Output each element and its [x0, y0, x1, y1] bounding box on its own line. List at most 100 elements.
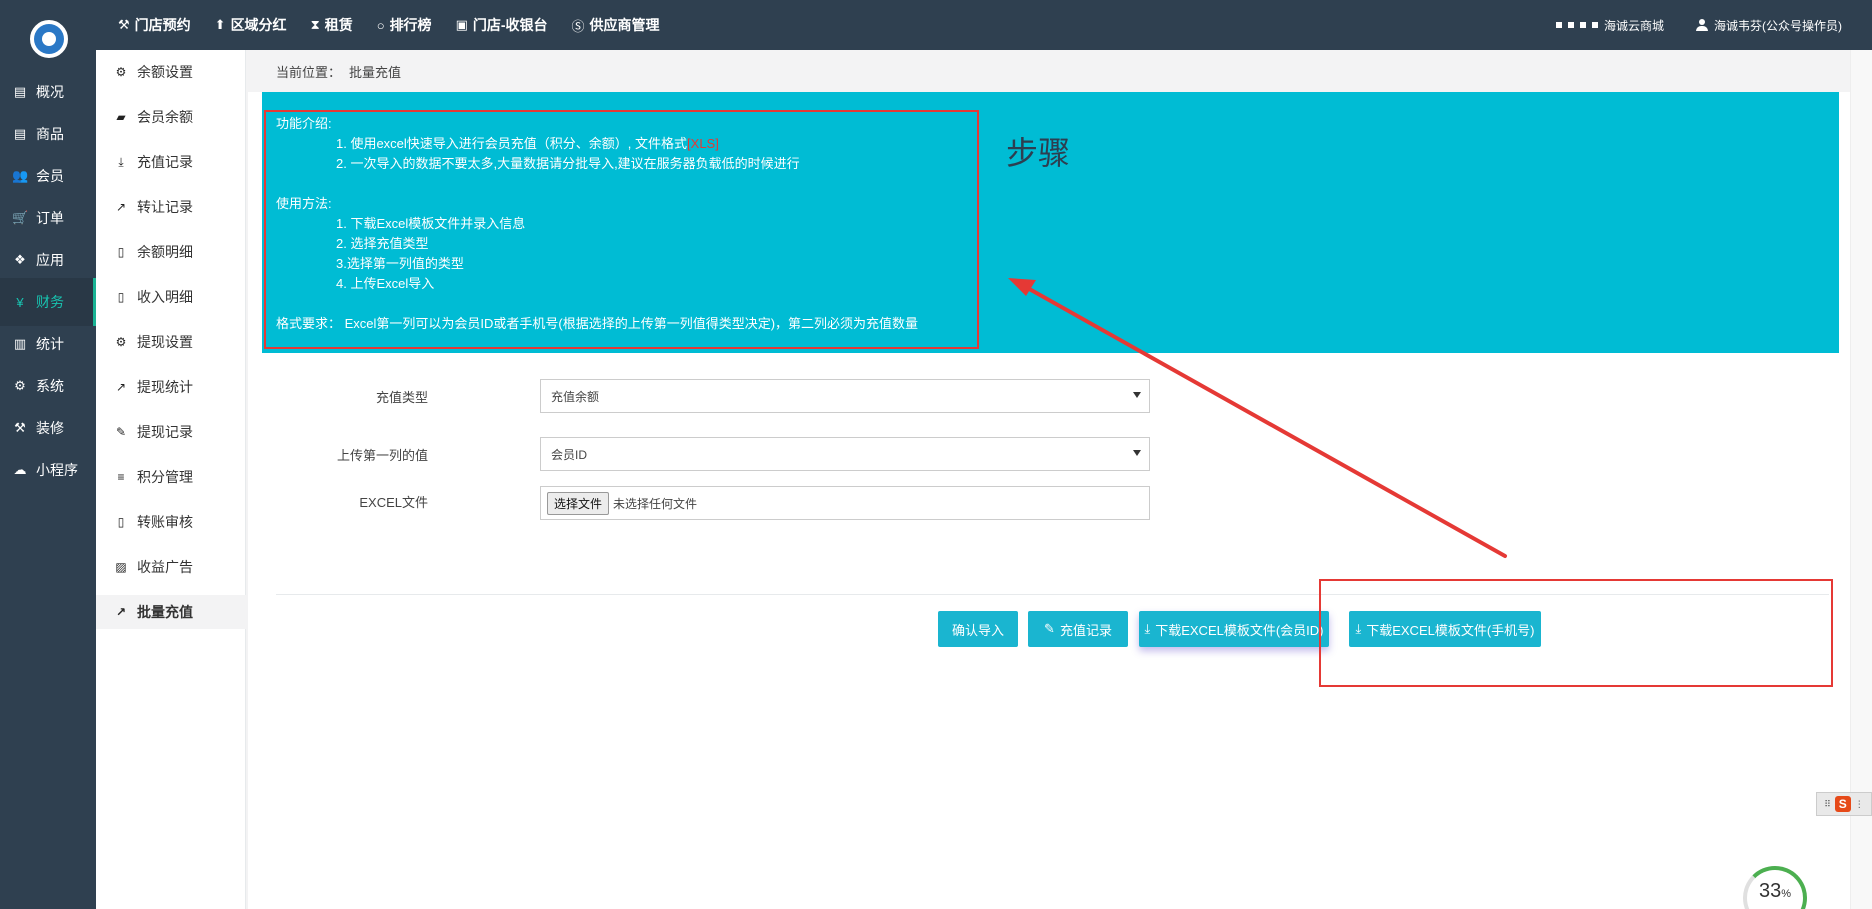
- top-nav-item[interactable]: Ⓢ 供应商管理: [572, 15, 660, 35]
- sidebar-item-label: 订单: [36, 210, 64, 226]
- submenu-item-label: 转让记录: [137, 199, 193, 215]
- cart-icon: 🛒: [12, 210, 29, 225]
- bar-chart-icon: ▥: [13, 336, 27, 351]
- top-nav-item[interactable]: ▣ 门店-收银台: [456, 15, 548, 35]
- sidebar-item-label: 统计: [36, 336, 64, 352]
- annotation-box-info: [264, 110, 979, 349]
- main-sidebar: ▤ 概况 ▤ 商品 👥 会员 🛒 订单 ❖ 应用 ¥ 财务 ▥ 统计 ⚙ 系统 ⚒ 装修 ☁ 小程序: [0, 50, 96, 909]
- submenu-item-label: 会员余额: [137, 109, 193, 125]
- choose-file-button[interactable]: 选择文件: [547, 491, 610, 515]
- user-icon: [1696, 19, 1708, 31]
- calendar-icon: ▤: [13, 126, 27, 141]
- sidebar-item[interactable]: ▥ 统计: [0, 320, 96, 368]
- submenu-item[interactable]: ▨ 收益广告: [96, 550, 246, 584]
- recharge-type-select[interactable]: 充值余额: [540, 379, 1150, 413]
- download-member-id-label: 下载EXCEL模板文件(会员ID): [1155, 622, 1324, 638]
- sidebar-item[interactable]: 👥 会员: [0, 152, 96, 200]
- submenu-item-label: 批量充值: [137, 604, 193, 620]
- first-column-value: 会员ID: [551, 447, 588, 462]
- top-nav-label: 排行榜: [389, 17, 432, 33]
- sidebar-item[interactable]: 🛒 订单: [0, 194, 96, 242]
- sidebar-item[interactable]: ¥ 财务: [0, 278, 96, 326]
- submenu-item[interactable]: ↗ 提现统计: [96, 370, 246, 404]
- submenu-item[interactable]: ≡ 积分管理: [96, 460, 246, 494]
- top-nav-item[interactable]: ⬆ 区域分红: [215, 15, 287, 35]
- download-member-id-template-button[interactable]: ⤓ 下载EXCEL模板文件(会员ID): [1139, 611, 1329, 647]
- submenu-item[interactable]: ▯ 转账审核: [96, 505, 246, 539]
- progress-value: 33: [1758, 880, 1782, 902]
- submenu-item[interactable]: ⚙ 提现设置: [96, 325, 246, 359]
- confirm-import-button[interactable]: 确认导入: [938, 611, 1018, 647]
- first-column-row: 上传第一列的值 会员ID: [248, 437, 1850, 471]
- cash-icon: ▣: [455, 17, 468, 32]
- pin-icon: ⬆: [214, 17, 226, 32]
- submenu-item[interactable]: ▯ 余额明细: [96, 235, 246, 269]
- sidebar-item[interactable]: ▤ 概况: [0, 68, 96, 116]
- book-icon: ▰: [116, 110, 126, 124]
- users-icon: 👥: [12, 168, 29, 183]
- sidebar-item[interactable]: ⚙ 系统: [0, 362, 96, 410]
- recharge-record-button[interactable]: ✎ 充值记录: [1028, 611, 1128, 647]
- grip-icon: ⠿: [1824, 798, 1831, 809]
- calendar-icon: ▤: [13, 84, 27, 99]
- submenu-item[interactable]: ▰ 会员余额: [96, 100, 246, 134]
- user-menu[interactable]: 海诚韦芬(公众号操作员): [1696, 17, 1842, 34]
- excel-file-input[interactable]: 选择文件 未选择任何文件: [540, 486, 1150, 520]
- shop-label: 海诚云商城: [1603, 18, 1664, 33]
- submenu-item-label: 提现统计: [137, 379, 193, 395]
- chevron-icon: ⋮: [1854, 798, 1864, 809]
- top-nav-label: 供应商管理: [589, 17, 660, 33]
- sidebar-item[interactable]: ❖ 应用: [0, 236, 96, 284]
- annotation-box-downloads: [1319, 579, 1833, 687]
- gears-icon: ⚙: [14, 378, 26, 393]
- first-column-label: 上传第一列的值: [336, 448, 428, 463]
- sidebar-item-label: 财务: [36, 294, 64, 310]
- ime-toolbar[interactable]: ⠿ S ⋮: [1816, 792, 1872, 816]
- download-icon: ⤓: [1144, 621, 1151, 636]
- excel-file-row: EXCEL文件 选择文件 未选择任何文件: [248, 486, 1850, 520]
- line-chart-icon: ↗: [115, 605, 127, 619]
- sidebar-item[interactable]: ☁ 小程序: [0, 446, 96, 494]
- top-nav-label: 区域分红: [230, 17, 287, 33]
- submenu-item-label: 充值记录: [137, 154, 193, 170]
- breadcrumb-current: 批量充值: [349, 64, 402, 80]
- logo-mark: [34, 24, 64, 54]
- file-icon: ▯: [117, 290, 125, 304]
- submenu-item[interactable]: ↗ 批量充值: [96, 595, 246, 629]
- top-right-area: 海诚云商城 海诚韦芬(公众号操作员): [1555, 0, 1842, 50]
- submenu-item-label: 收益广告: [137, 559, 193, 575]
- database-icon: ≡: [117, 470, 125, 484]
- sidebar-item-label: 应用: [36, 252, 64, 268]
- submenu-item[interactable]: ✎ 提现记录: [96, 415, 246, 449]
- first-column-select[interactable]: 会员ID: [540, 437, 1150, 471]
- progress-unit: %: [1781, 888, 1792, 900]
- cubes-icon: ❖: [14, 252, 26, 267]
- sidebar-item-label: 小程序: [36, 462, 78, 478]
- logo[interactable]: [28, 18, 70, 60]
- shop-link[interactable]: 海诚云商城: [1555, 17, 1664, 34]
- top-nav-item[interactable]: ⧗ 租赁: [311, 15, 353, 35]
- submenu-item-label: 收入明细: [137, 289, 193, 305]
- submenu-item[interactable]: ▯ 收入明细: [96, 280, 246, 314]
- top-nav-label: 租赁: [324, 17, 353, 33]
- excel-file-label: EXCEL文件: [359, 495, 428, 510]
- scrollbar[interactable]: [1850, 50, 1872, 909]
- top-nav-item[interactable]: ○ 排行榜: [377, 15, 432, 35]
- pencil-icon: ✎: [1044, 621, 1055, 636]
- submenu-item-label: 余额设置: [137, 64, 193, 80]
- download-icon: ⤓: [118, 154, 124, 169]
- submenu-item[interactable]: ⤓ 充值记录: [96, 145, 246, 179]
- sidebar-item[interactable]: ▤ 商品: [0, 110, 96, 158]
- submenu-item[interactable]: ⚙ 余额设置: [96, 55, 246, 89]
- finance-submenu: ⚙ 余额设置 ▰ 会员余额 ⤓ 充值记录 ↗ 转让记录 ▯ 余额明细 ▯ 收入明细 ⚙ 提现设置 ↗ 提现统计…: [96, 50, 246, 909]
- gear-icon: ⚙: [115, 65, 127, 79]
- line-chart-icon: ↗: [115, 380, 127, 394]
- recharge-type-label: 充值类型: [375, 390, 428, 405]
- sidebar-item-label: 概况: [36, 84, 64, 100]
- submenu-item[interactable]: ↗ 转让记录: [96, 190, 246, 224]
- file-icon: ▯: [117, 245, 125, 259]
- sidebar-item[interactable]: ⚒ 装修: [0, 404, 96, 452]
- top-nav-label: 门店-收银台: [472, 17, 548, 33]
- wechat-icon: ☁: [13, 462, 27, 477]
- top-nav-item[interactable]: ⚒ 门店预约: [118, 15, 191, 35]
